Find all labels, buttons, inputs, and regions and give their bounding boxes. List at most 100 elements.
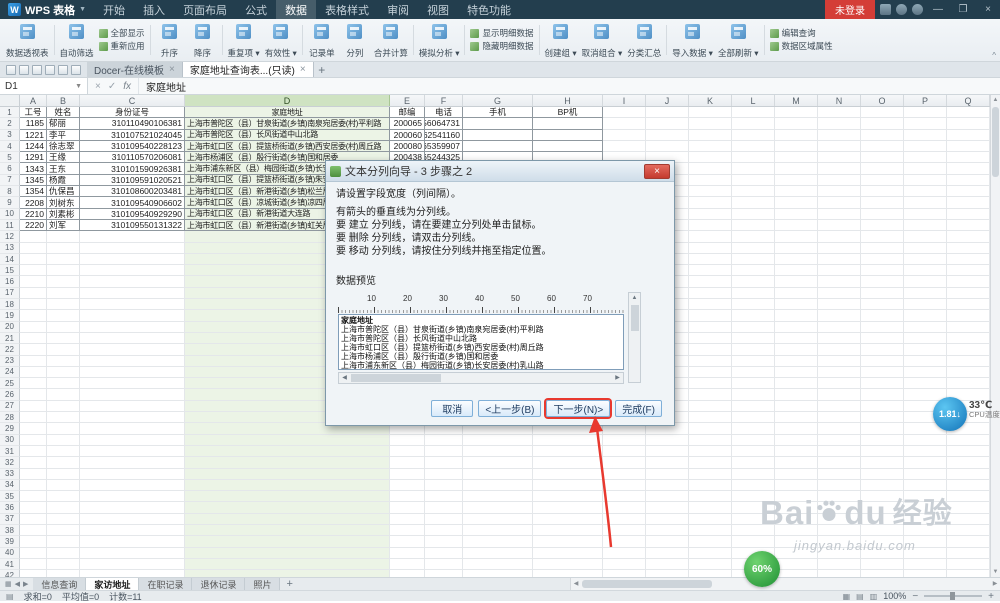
- column-header-M[interactable]: M: [775, 95, 818, 106]
- validation-button[interactable]: 有效性 ▾: [263, 21, 299, 59]
- cell-B35[interactable]: [47, 491, 80, 503]
- cell-O13[interactable]: [861, 242, 904, 254]
- cell-O42[interactable]: [861, 570, 904, 577]
- cell-C28[interactable]: [80, 412, 185, 424]
- cell-O26[interactable]: [861, 389, 904, 401]
- column-header-I[interactable]: I: [603, 95, 646, 106]
- cell-B10[interactable]: 刘素彬: [47, 208, 80, 220]
- cell-A16[interactable]: [20, 276, 47, 288]
- cell-N33[interactable]: [818, 468, 861, 480]
- sheet-list-icon[interactable]: ▦: [5, 580, 12, 588]
- cell-J40[interactable]: [646, 547, 689, 559]
- cell-K32[interactable]: [689, 457, 732, 469]
- cell-B18[interactable]: [47, 299, 80, 311]
- cell-L27[interactable]: [732, 400, 775, 413]
- sheet-tab-1[interactable]: 家访地址: [86, 578, 140, 590]
- cell-O15[interactable]: [861, 265, 904, 277]
- cell-L12[interactable]: [732, 231, 775, 243]
- cell-H31[interactable]: [533, 445, 603, 458]
- cell-C41[interactable]: [80, 558, 185, 571]
- cell-O34[interactable]: [861, 479, 904, 492]
- cell-B27[interactable]: [47, 400, 80, 413]
- cell-D31[interactable]: [185, 445, 390, 458]
- cell-O18[interactable]: [861, 299, 904, 311]
- cell-A18[interactable]: [20, 299, 47, 311]
- cell-A42[interactable]: [20, 570, 47, 577]
- cell-Q5[interactable]: [947, 152, 990, 164]
- column-header-Q[interactable]: Q: [947, 95, 990, 106]
- horizontal-scrollbar[interactable]: ◀ ▶: [570, 578, 1000, 590]
- cell-I1[interactable]: [603, 107, 646, 119]
- cell-L31[interactable]: [732, 445, 775, 458]
- zoom-slider[interactable]: [924, 592, 983, 600]
- cell-B17[interactable]: [47, 287, 80, 300]
- cell-C5[interactable]: 310110570206081: [80, 152, 185, 164]
- cell-J41[interactable]: [646, 558, 689, 571]
- cell-M19[interactable]: [775, 310, 818, 322]
- row-header-20[interactable]: 20: [0, 321, 20, 333]
- cell-F3[interactable]: 62541160: [425, 129, 463, 141]
- cell-F34[interactable]: [425, 479, 463, 492]
- cell-M8[interactable]: [775, 186, 818, 198]
- cell-M2[interactable]: [775, 118, 818, 130]
- column-header-C[interactable]: C: [80, 95, 185, 106]
- cell-G39[interactable]: [463, 536, 533, 548]
- cell-J32[interactable]: [646, 457, 689, 469]
- cell-H2[interactable]: [533, 118, 603, 130]
- cell-C27[interactable]: [80, 400, 185, 413]
- cell-A19[interactable]: [20, 310, 47, 322]
- cell-P42[interactable]: [904, 570, 947, 577]
- horizontal-scroll-thumb[interactable]: [582, 580, 712, 588]
- row-header-22[interactable]: 22: [0, 344, 20, 356]
- cell-O22[interactable]: [861, 344, 904, 356]
- cell-G32[interactable]: [463, 457, 533, 469]
- cell-B16[interactable]: [47, 276, 80, 288]
- scroll-sheets-right-icon[interactable]: ▶: [23, 580, 28, 588]
- cell-O6[interactable]: [861, 163, 904, 175]
- auto-filter-button[interactable]: 自动筛选: [58, 21, 96, 59]
- cell-B28[interactable]: [47, 412, 80, 424]
- show-all-button[interactable]: 全部显示: [98, 29, 145, 38]
- cell-B2[interactable]: 郁丽: [47, 118, 80, 130]
- zoom-slider-thumb[interactable]: [950, 592, 956, 600]
- cell-K30[interactable]: [689, 434, 732, 446]
- cell-A35[interactable]: [20, 491, 47, 503]
- cell-C37[interactable]: [80, 513, 185, 525]
- menu-tab-1[interactable]: 插入: [134, 0, 174, 19]
- cell-B36[interactable]: [47, 502, 80, 514]
- cell-O11[interactable]: [861, 219, 904, 232]
- cell-I36[interactable]: [603, 502, 646, 514]
- document-tab-0[interactable]: Docer-在线模板 ×: [87, 62, 183, 77]
- data-preview-box[interactable]: 家庭地址 上海市普陀区（县）甘泉街道(乡镇)南泉宛居委(村)平利路 上海市普陀区（县…: [338, 314, 624, 370]
- cell-Q40[interactable]: [947, 547, 990, 559]
- cell-B7[interactable]: 杨霞: [47, 174, 80, 187]
- cell-M21[interactable]: [775, 332, 818, 345]
- normal-view-icon[interactable]: ▦: [843, 592, 851, 601]
- insert-function-icon[interactable]: fx: [123, 81, 131, 92]
- cell-A23[interactable]: [20, 355, 47, 367]
- cell-Q11[interactable]: [947, 219, 990, 232]
- cell-J39[interactable]: [646, 536, 689, 548]
- cell-M33[interactable]: [775, 468, 818, 480]
- row-header-4[interactable]: 4: [0, 140, 20, 153]
- cell-I32[interactable]: [603, 457, 646, 469]
- cell-B19[interactable]: [47, 310, 80, 322]
- cell-H38[interactable]: [533, 524, 603, 537]
- cell-Q38[interactable]: [947, 524, 990, 537]
- cell-N30[interactable]: [818, 434, 861, 446]
- row-header-25[interactable]: 25: [0, 378, 20, 390]
- cell-P2[interactable]: [904, 118, 947, 130]
- cell-N10[interactable]: [818, 208, 861, 220]
- cell-L20[interactable]: [732, 321, 775, 333]
- cell-N22[interactable]: [818, 344, 861, 356]
- row-header-19[interactable]: 19: [0, 310, 20, 322]
- cell-M6[interactable]: [775, 163, 818, 175]
- cell-M14[interactable]: [775, 253, 818, 266]
- menu-tab-2[interactable]: 页面布局: [174, 0, 236, 19]
- cell-P1[interactable]: [904, 107, 947, 119]
- cell-K5[interactable]: [689, 152, 732, 164]
- row-header-18[interactable]: 18: [0, 299, 20, 311]
- cell-M12[interactable]: [775, 231, 818, 243]
- cell-L23[interactable]: [732, 355, 775, 367]
- cell-I3[interactable]: [603, 129, 646, 141]
